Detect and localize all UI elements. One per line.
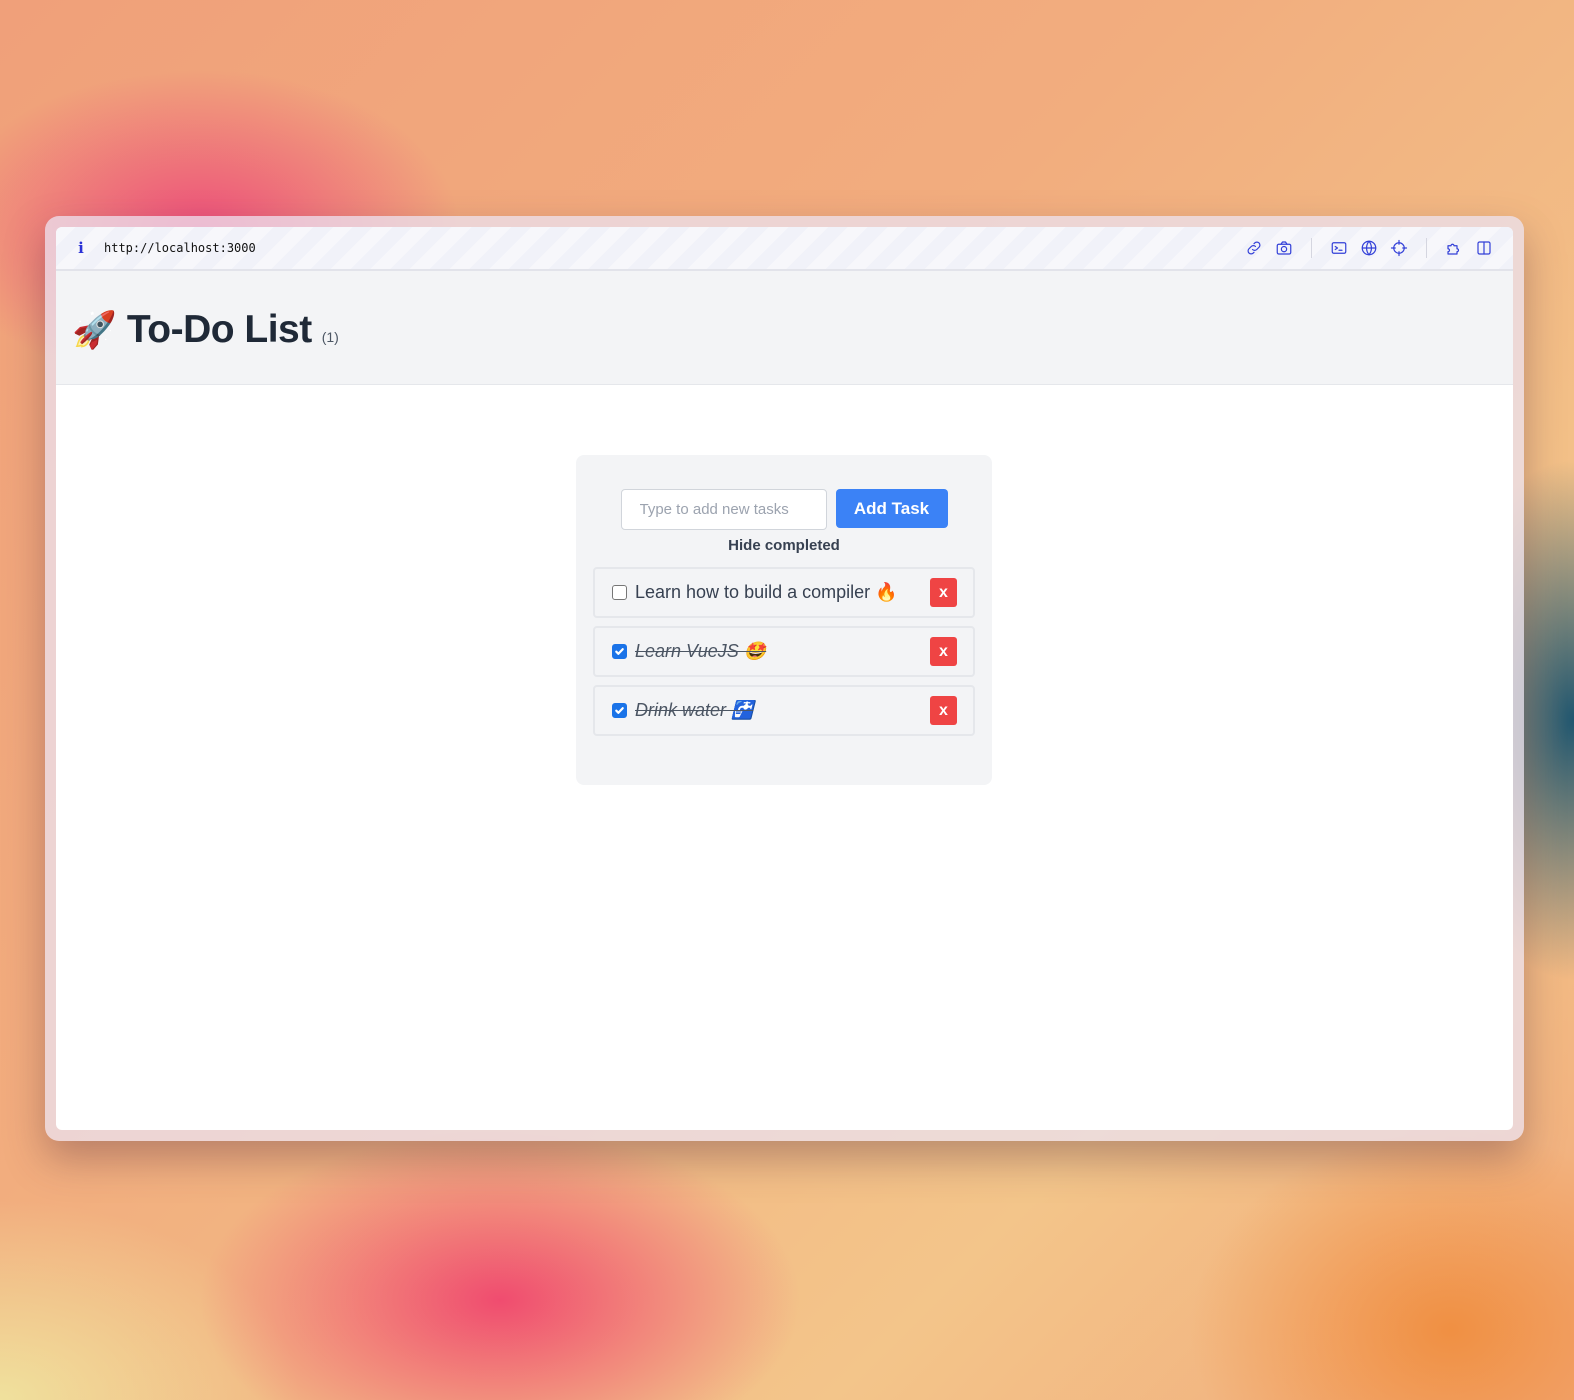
delete-task-button[interactable]: x [930,696,957,725]
task-item: Learn VueJS 🤩 x [593,626,975,677]
browser-window: i http://localhost:3000 🚀 To-Do List (1)… [56,227,1513,1130]
hide-completed-toggle[interactable]: Hide completed [593,537,975,554]
main-content: Add Task Hide completed Learn how to bui… [56,385,1513,1128]
terminal-icon[interactable] [1328,237,1350,259]
toolbar-separator [1311,238,1312,258]
toolbar [1243,237,1495,259]
task-label: Drink water 🚰 [635,700,754,720]
task-item: Drink water 🚰 x [593,685,975,736]
add-task-form: Add Task [593,489,975,530]
crosshair-icon[interactable] [1388,237,1410,259]
delete-task-button[interactable]: x [930,578,957,607]
checkmark-icon [615,648,624,655]
task-checkbox[interactable] [612,703,627,718]
task-item: Learn how to build a compiler 🔥 x [593,567,975,618]
task-list: Learn how to build a compiler 🔥 x Learn … [593,567,975,736]
rocket-icon: 🚀 [72,308,117,350]
url-text[interactable]: http://localhost:3000 [104,241,256,255]
split-view-icon[interactable] [1473,237,1495,259]
task-label: Learn VueJS 🤩 [635,641,767,661]
remaining-count: (1) [321,328,339,345]
task-label: Learn how to build a compiler 🔥 [635,582,898,602]
checkmark-icon [615,707,624,714]
info-icon[interactable]: i [74,239,88,257]
task-checkbox[interactable] [612,644,627,659]
camera-icon[interactable] [1273,237,1295,259]
task-checkbox[interactable] [612,585,627,600]
browser-window-frame: i http://localhost:3000 🚀 To-Do List (1)… [45,216,1524,1141]
globe-icon[interactable] [1358,237,1380,259]
add-task-button[interactable]: Add Task [835,489,948,528]
page-title: To-Do List [126,307,312,351]
delete-task-button[interactable]: x [930,637,957,666]
title-group: 🚀 To-Do List (1) [72,308,339,352]
new-task-input[interactable] [620,489,827,530]
link-icon[interactable] [1243,237,1265,259]
toolbar-separator [1426,238,1427,258]
todo-card: Add Task Hide completed Learn how to bui… [576,455,992,785]
address-bar: i http://localhost:3000 [56,227,1513,271]
puzzle-icon[interactable] [1443,237,1465,259]
app-header: 🚀 To-Do List (1) [56,271,1513,385]
